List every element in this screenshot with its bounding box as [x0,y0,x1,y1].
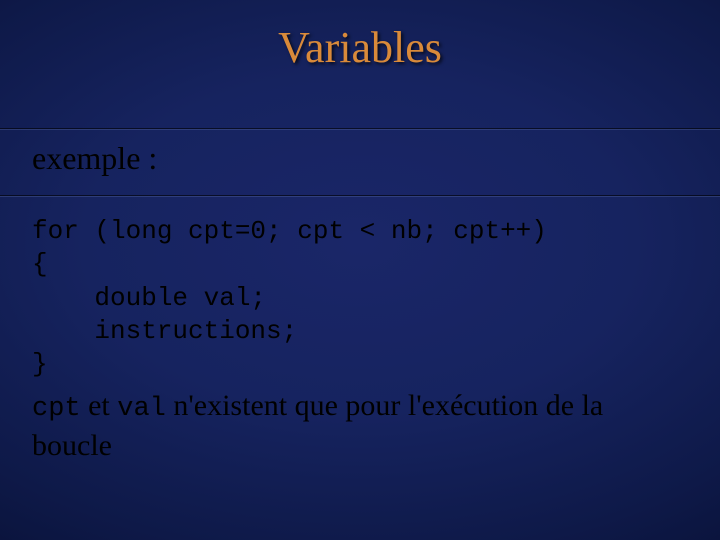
code-block: for (long cpt=0; cpt < nb; cpt++) { doub… [32,215,688,381]
divider-top [0,128,720,130]
subtitle: exemple : [32,140,688,177]
code-line-3: double val; [32,283,266,313]
note-et: et [81,389,118,422]
note-val: val [117,394,166,424]
slide: Variables exemple : for (long cpt=0; cpt… [0,0,720,540]
slide-title: Variables [0,22,720,73]
code-line-4: instructions; [32,316,297,346]
code-line-5: } [32,349,48,379]
slide-body: exemple : for (long cpt=0; cpt < nb; cpt… [32,140,688,465]
code-line-1: for (long cpt=0; cpt < nb; cpt++) [32,216,547,246]
code-line-2: { [32,249,48,279]
note-cpt: cpt [32,394,81,424]
note-text: cpt et val n'existent que pour l'exécuti… [32,387,688,464]
